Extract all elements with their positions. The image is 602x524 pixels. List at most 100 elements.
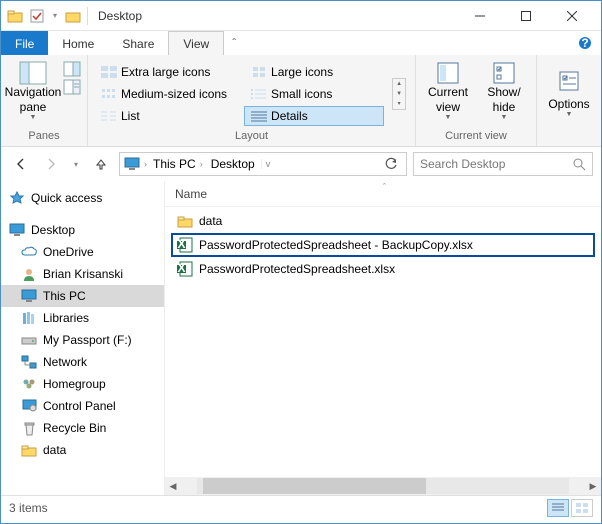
back-button[interactable] — [9, 152, 33, 176]
maximize-button[interactable] — [503, 1, 549, 31]
recent-dropdown[interactable]: ▾ — [69, 152, 83, 176]
nav-quick-access[interactable]: Quick access — [1, 187, 164, 209]
address-box[interactable]: › This PC› Desktop v — [119, 152, 407, 176]
horizontal-scrollbar[interactable]: ◀ ▶ — [165, 477, 601, 495]
refresh-icon[interactable] — [380, 157, 402, 171]
current-view-button[interactable]: Current view ▼ — [422, 59, 474, 125]
nav-drive[interactable]: My Passport (F:) — [1, 329, 164, 351]
tab-view[interactable]: View — [168, 31, 224, 55]
scroll-thumb[interactable] — [203, 478, 426, 494]
nav-recycle-bin[interactable]: Recycle Bin — [1, 417, 164, 439]
chevron-right-icon: › — [200, 159, 203, 169]
tab-home[interactable]: Home — [48, 31, 108, 55]
nav-homegroup[interactable]: Homegroup — [1, 373, 164, 395]
list-icon — [101, 110, 117, 122]
tab-file[interactable]: File — [1, 31, 48, 55]
group-layout: Extra large icons Large icons Medium-siz… — [88, 55, 416, 146]
details-icon — [251, 110, 267, 122]
scroll-track[interactable] — [197, 478, 569, 494]
nav-network[interactable]: Network — [1, 351, 164, 373]
excel-icon: X — [177, 261, 193, 277]
breadcrumb[interactable]: This PC› — [151, 157, 205, 171]
folder-icon — [21, 442, 37, 458]
help-icon[interactable]: ? — [577, 31, 601, 55]
search-icon — [573, 158, 586, 171]
tiles-icon — [101, 88, 117, 100]
navigation-tree: Quick access Desktop OneDrive Brian Kris… — [1, 181, 165, 495]
desktop-icon — [9, 222, 25, 238]
folder-icon — [7, 8, 23, 24]
list-item[interactable]: X PasswordProtectedSpreadsheet - BackupC… — [171, 233, 595, 257]
close-button[interactable] — [549, 1, 595, 31]
preview-pane-icon[interactable] — [63, 61, 81, 77]
nav-libraries[interactable]: Libraries — [1, 307, 164, 329]
layout-small[interactable]: Small icons — [244, 84, 384, 104]
window-title: Desktop — [98, 9, 142, 23]
svg-text:X: X — [177, 237, 185, 251]
status-item-count: 3 items — [9, 501, 48, 515]
view-details-button[interactable] — [547, 499, 569, 517]
nav-pane-label: Navigation pane — [5, 85, 62, 114]
monitor-icon — [124, 157, 140, 171]
layout-scroller[interactable]: ▲▼▾ — [392, 78, 406, 110]
chevron-down-icon: ▼ — [501, 114, 508, 122]
list-item[interactable]: X PasswordProtectedSpreadsheet.xlsx — [171, 257, 595, 281]
up-button[interactable] — [89, 152, 113, 176]
layout-details[interactable]: Details — [244, 106, 384, 126]
list-item[interactable]: data — [171, 209, 595, 233]
nav-pane-icon — [17, 61, 49, 85]
user-icon — [21, 266, 37, 282]
group-panes-label: Panes — [7, 128, 81, 142]
nav-user[interactable]: Brian Krisanski — [1, 263, 164, 285]
nav-folder-data[interactable]: data — [1, 439, 164, 461]
breadcrumb[interactable]: Desktop — [209, 157, 257, 171]
search-input[interactable]: Search Desktop — [413, 152, 593, 176]
ribbon-tabs: File Home Share View ˆ ? — [1, 31, 601, 55]
tiles-icon — [101, 66, 117, 78]
scroll-right-icon[interactable]: ▶ — [585, 481, 601, 492]
show-hide-button[interactable]: Show/ hide ▼ — [478, 59, 530, 125]
current-view-icon — [432, 61, 464, 85]
scroll-left-icon[interactable]: ◀ — [165, 481, 181, 492]
chevron-up-icon[interactable]: ▲ — [393, 79, 405, 89]
nav-onedrive[interactable]: OneDrive — [1, 241, 164, 263]
nav-this-pc[interactable]: This PC — [1, 285, 164, 307]
layout-large[interactable]: Large icons — [244, 62, 384, 82]
chevron-right-icon[interactable]: › — [144, 159, 147, 169]
window-buttons — [457, 1, 595, 31]
sort-arrow-icon: ˆ — [383, 182, 386, 192]
address-history-dropdown[interactable]: v — [261, 159, 275, 169]
details-pane-icon[interactable] — [63, 79, 81, 95]
layout-medium[interactable]: Medium-sized icons — [94, 84, 234, 104]
file-list: data X PasswordProtectedSpreadsheet - Ba… — [165, 207, 601, 477]
column-name: Name — [175, 187, 207, 201]
minimize-button[interactable] — [457, 1, 503, 31]
navigation-pane-button[interactable]: Navigation pane ▼ — [7, 59, 59, 125]
chevron-down-icon[interactable]: ▾ — [393, 99, 405, 109]
explorer-body: Quick access Desktop OneDrive Brian Kris… — [1, 181, 601, 495]
excel-icon: X — [177, 237, 193, 253]
tab-share[interactable]: Share — [108, 31, 168, 55]
chevron-down-icon: ▼ — [30, 114, 37, 122]
chevron-down-icon: ▼ — [566, 111, 573, 119]
address-bar: ▾ › This PC› Desktop v Search Desktop — [1, 147, 601, 181]
column-header[interactable]: Name ˆ — [165, 181, 601, 207]
status-bar: 3 items — [1, 495, 601, 519]
show-hide-icon — [488, 61, 520, 85]
forward-button[interactable] — [39, 152, 63, 176]
network-icon — [21, 354, 37, 370]
view-large-icons-button[interactable] — [571, 499, 593, 517]
layout-extra-large[interactable]: Extra large icons — [94, 62, 234, 82]
cloud-icon — [21, 244, 37, 260]
options-button[interactable]: Options ▼ — [543, 59, 595, 125]
nav-desktop[interactable]: Desktop — [1, 219, 164, 241]
ribbon-collapse-icon[interactable]: ˆ — [224, 31, 244, 55]
layout-list[interactable]: List — [94, 106, 234, 126]
homegroup-icon — [21, 376, 37, 392]
qat-dropdown-icon[interactable]: ▾ — [51, 8, 59, 24]
tiles-icon — [251, 66, 267, 78]
nav-control-panel[interactable]: Control Panel — [1, 395, 164, 417]
checkbox-icon[interactable] — [29, 8, 45, 24]
chevron-down-icon[interactable]: ▼ — [393, 89, 405, 99]
group-layout-label: Layout — [94, 128, 409, 142]
